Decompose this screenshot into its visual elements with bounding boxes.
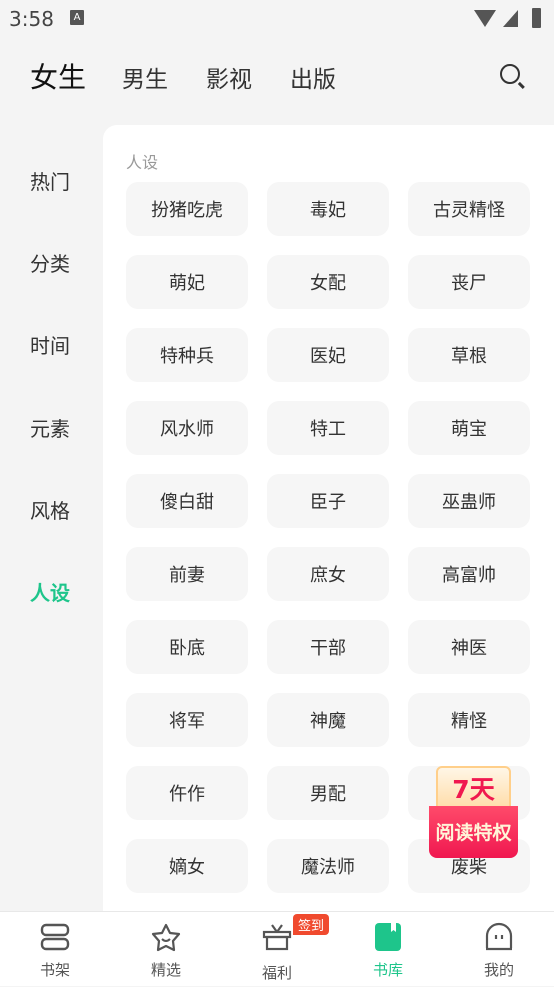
tab-female[interactable]: 女生: [30, 56, 86, 96]
tag-button[interactable]: 女配: [267, 255, 389, 309]
wifi-icon: [474, 10, 496, 27]
search-icon[interactable]: [500, 64, 520, 84]
nav-label: 书架: [39, 961, 70, 979]
side-item-time[interactable]: 时间: [30, 331, 70, 361]
tag-button[interactable]: 精怪: [408, 693, 530, 747]
tag-button[interactable]: 将军: [126, 693, 248, 747]
tag-button[interactable]: 特工: [267, 401, 389, 455]
gift-icon: [262, 924, 292, 951]
status-bar: 3:58 A: [0, 0, 554, 38]
nav-label: 精选: [150, 961, 181, 979]
profile-icon: [485, 922, 513, 951]
status-time: 3:58: [9, 7, 54, 31]
tab-publish[interactable]: 出版: [290, 60, 336, 94]
tag-button[interactable]: 嫡女: [126, 839, 248, 893]
tag-button[interactable]: 傻白甜: [126, 474, 248, 528]
tag-button[interactable]: 魔法师: [267, 839, 389, 893]
book-icon: [375, 923, 401, 951]
tag-button[interactable]: 高富帅: [408, 547, 530, 601]
tag-button[interactable]: 巫蛊师: [408, 474, 530, 528]
nav-library[interactable]: 书库: [333, 912, 443, 987]
star-icon: [151, 923, 181, 952]
section-title: 人设: [126, 153, 159, 172]
tag-button[interactable]: 医妃: [267, 328, 389, 382]
tag-button[interactable]: 毒妃: [267, 182, 389, 236]
tag-button[interactable]: 神魔: [267, 693, 389, 747]
side-item-category[interactable]: 分类: [30, 249, 70, 279]
tag-button[interactable]: 萌宝: [408, 401, 530, 455]
tag-button[interactable]: 丧尸: [408, 255, 530, 309]
nav-mine[interactable]: 我的: [444, 912, 554, 987]
tag-button[interactable]: 仵作: [126, 766, 248, 820]
tag-button[interactable]: 臣子: [267, 474, 389, 528]
checkin-badge[interactable]: 签到: [293, 914, 330, 935]
nav-bookshelf[interactable]: 书架: [0, 912, 110, 987]
tab-male[interactable]: 男生: [122, 60, 168, 94]
side-item-style[interactable]: 风格: [30, 496, 70, 526]
tab-film[interactable]: 影视: [206, 60, 252, 94]
tag-button[interactable]: 古灵精怪: [408, 182, 530, 236]
nav-label: 书库: [372, 961, 403, 979]
tag-button[interactable]: 萌妃: [126, 255, 248, 309]
tag-button[interactable]: 草根: [408, 328, 530, 382]
reading-privilege-promo[interactable]: 7天 阅读特权: [429, 764, 518, 858]
battery-icon: [532, 8, 541, 28]
side-item-persona[interactable]: 人设: [30, 578, 70, 608]
tag-button[interactable]: 风水师: [126, 401, 248, 455]
tag-button[interactable]: 庶女: [267, 547, 389, 601]
signal-icon: [503, 10, 518, 27]
nav-featured[interactable]: 精选: [111, 912, 221, 987]
tag-button[interactable]: 扮猪吃虎: [126, 182, 248, 236]
nav-label: 福利: [261, 964, 292, 982]
side-item-element[interactable]: 元素: [30, 414, 70, 444]
promo-text: 阅读特权: [429, 806, 518, 858]
tag-button[interactable]: 神医: [408, 620, 530, 674]
top-tabs: 女生 男生 影视 出版: [30, 56, 374, 96]
side-item-hot[interactable]: 热门: [30, 167, 70, 197]
tag-button[interactable]: 卧底: [126, 620, 248, 674]
bookshelf-icon: [40, 923, 70, 951]
tag-button[interactable]: 干部: [267, 620, 389, 674]
notification-a-icon: A: [70, 10, 84, 25]
tag-button[interactable]: 特种兵: [126, 328, 248, 382]
bottom-nav: 书架 精选 福利 签到 书库 我的: [0, 911, 554, 986]
tag-button[interactable]: 前妻: [126, 547, 248, 601]
tag-button[interactable]: 男配: [267, 766, 389, 820]
nav-label: 我的: [483, 961, 514, 979]
